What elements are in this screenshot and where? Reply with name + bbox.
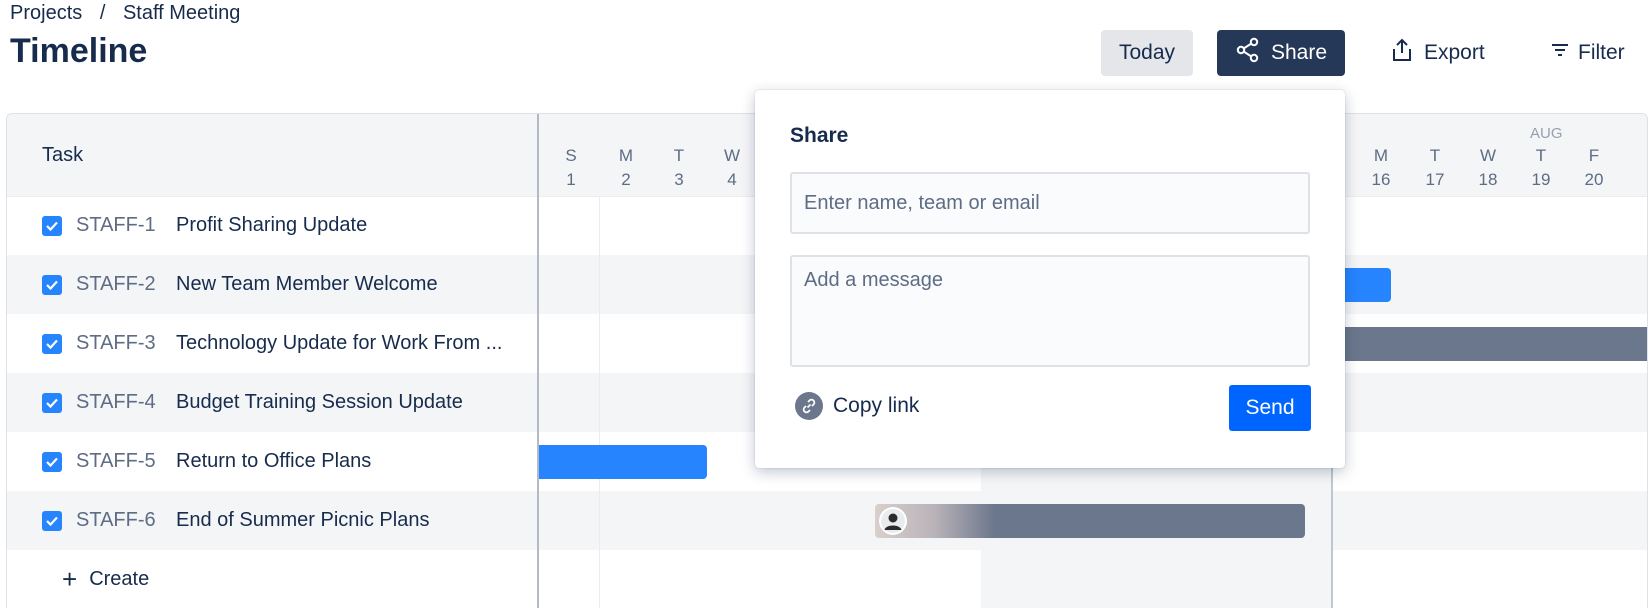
task-column: Task STAFF-1 Profit Sharing Update STAFF… xyxy=(7,114,539,608)
share-popup-title: Share xyxy=(790,124,849,147)
timeline-bar-staff-5[interactable] xyxy=(539,445,707,479)
create-label: Create xyxy=(89,568,150,590)
filter-icon xyxy=(1550,41,1570,65)
issue-summary[interactable]: Return to Office Plans xyxy=(176,450,371,473)
calendar-day: T3 xyxy=(673,146,685,189)
checkbox-checked-icon[interactable] xyxy=(42,451,62,472)
recipients-input[interactable] xyxy=(790,172,1310,234)
share-popup: Share Copy link Send xyxy=(755,90,1345,468)
today-button[interactable]: Today xyxy=(1101,30,1193,76)
calendar-day: M2 xyxy=(618,146,634,189)
share-button-label: Share xyxy=(1270,41,1328,64)
week-divider xyxy=(599,196,600,608)
calendar-day: T 19 xyxy=(1531,146,1551,189)
avatar[interactable] xyxy=(879,507,907,535)
create-issue-button[interactable]: + Create xyxy=(7,550,537,608)
breadcrumb: Projects / Staff Meeting xyxy=(10,2,240,25)
calendar-day: M 16 xyxy=(1371,146,1391,189)
send-button-label: Send xyxy=(1245,396,1295,419)
month-label: AUG xyxy=(1530,125,1563,142)
checkbox-checked-icon[interactable] xyxy=(42,333,62,354)
table-row[interactable]: STAFF-2 New Team Member Welcome xyxy=(7,255,537,314)
page-title: Timeline xyxy=(10,32,148,70)
filter-button[interactable]: Filter xyxy=(1550,30,1650,76)
copy-link-button[interactable]: Copy link xyxy=(795,392,919,420)
issue-summary[interactable]: Technology Update for Work From ... xyxy=(176,332,502,355)
export-icon xyxy=(1390,37,1414,69)
table-row[interactable]: STAFF-6 End of Summer Picnic Plans xyxy=(7,491,537,550)
checkbox-checked-icon[interactable] xyxy=(42,510,62,531)
table-row[interactable]: STAFF-1 Profit Sharing Update xyxy=(7,196,537,255)
table-row[interactable]: STAFF-3 Technology Update for Work From … xyxy=(7,314,537,373)
plus-icon: + xyxy=(62,564,78,594)
checkbox-checked-icon[interactable] xyxy=(42,215,62,236)
message-input[interactable] xyxy=(790,255,1310,367)
issue-key[interactable]: STAFF-1 xyxy=(76,214,176,237)
breadcrumb-separator: / xyxy=(99,2,106,24)
filter-button-label: Filter xyxy=(1578,41,1625,64)
checkbox-checked-icon[interactable] xyxy=(42,274,62,295)
issue-key[interactable]: STAFF-2 xyxy=(76,273,176,296)
calendar-day: F 20 xyxy=(1584,146,1604,189)
timeline-bar-staff-6[interactable] xyxy=(875,504,1305,538)
task-header-label: Task xyxy=(42,144,84,166)
task-column-header: Task xyxy=(7,114,537,197)
link-icon xyxy=(795,392,823,420)
issue-summary[interactable]: Profit Sharing Update xyxy=(176,214,367,237)
breadcrumb-projects-link[interactable]: Projects xyxy=(10,2,82,24)
issue-summary[interactable]: New Team Member Welcome xyxy=(176,273,438,296)
checkbox-checked-icon[interactable] xyxy=(42,392,62,413)
table-row[interactable]: STAFF-5 Return to Office Plans xyxy=(7,432,537,491)
calendar-day: T 17 xyxy=(1425,146,1445,189)
send-button[interactable]: Send xyxy=(1229,385,1311,431)
share-icon xyxy=(1235,37,1261,69)
issue-summary[interactable]: End of Summer Picnic Plans xyxy=(176,509,429,532)
issue-summary[interactable]: Budget Training Session Update xyxy=(176,391,463,414)
issue-key[interactable]: STAFF-4 xyxy=(76,391,176,414)
copy-link-label: Copy link xyxy=(833,394,920,417)
issue-key[interactable]: STAFF-5 xyxy=(76,450,176,473)
timeline-bar-staff-3[interactable] xyxy=(1299,327,1647,361)
issue-key[interactable]: STAFF-6 xyxy=(76,509,176,532)
share-button[interactable]: Share xyxy=(1217,30,1345,76)
today-button-label: Today xyxy=(1118,41,1176,64)
export-button-label: Export xyxy=(1424,41,1485,64)
export-button[interactable]: Export xyxy=(1390,30,1500,76)
calendar-day: W4 xyxy=(723,146,741,189)
table-row[interactable]: STAFF-4 Budget Training Session Update xyxy=(7,373,537,432)
breadcrumb-current[interactable]: Staff Meeting xyxy=(123,2,240,24)
issue-key[interactable]: STAFF-3 xyxy=(76,332,176,355)
calendar-day: W 18 xyxy=(1478,146,1498,189)
calendar-day: S1 xyxy=(565,146,577,189)
